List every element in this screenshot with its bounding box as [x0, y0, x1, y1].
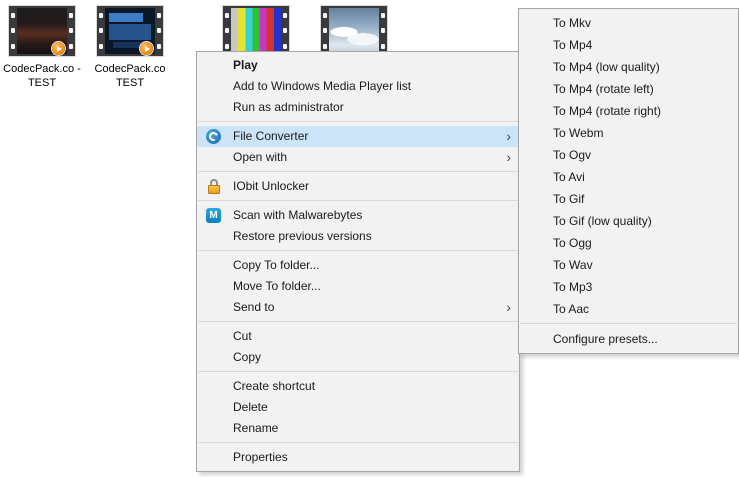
play-overlay-icon: [52, 42, 65, 55]
menu-separator: [520, 323, 737, 324]
filmstrip-sprockets: [321, 8, 329, 54]
submenu-item-configure-presets[interactable]: Configure presets...: [519, 328, 738, 350]
menu-item-properties[interactable]: Properties: [197, 447, 519, 468]
chevron-right-icon: ›: [506, 297, 511, 318]
desktop-file-video-4[interactable]: [308, 6, 400, 56]
menu-separator: [198, 442, 518, 443]
menu-separator: [198, 321, 518, 322]
video-thumbnail[interactable]: [9, 6, 75, 56]
video-frame-preview: [105, 8, 155, 54]
submenu-item-to-gif-low-quality[interactable]: To Gif (low quality): [519, 210, 738, 232]
submenu-item-to-mkv[interactable]: To Mkv: [519, 12, 738, 34]
filmstrip-sprockets: [67, 8, 75, 54]
desktop-file-video-2[interactable]: CodecPack.co TEST: [84, 6, 176, 90]
menu-item-add-to-wmp-list[interactable]: Add to Windows Media Player list: [197, 76, 519, 97]
chevron-right-icon: ›: [506, 126, 511, 147]
submenu-item-to-aac[interactable]: To Aac: [519, 298, 738, 320]
desktop-file-video-1[interactable]: CodecPack.co - TEST: [0, 6, 88, 90]
menu-item-scan-with-malwarebytes[interactable]: M Scan with Malwarebytes: [197, 205, 519, 226]
menu-separator: [198, 371, 518, 372]
context-menu: Play Add to Windows Media Player list Ru…: [196, 51, 520, 472]
filmstrip-sprockets: [281, 8, 289, 54]
submenu-item-to-mp4-low-quality[interactable]: To Mp4 (low quality): [519, 56, 738, 78]
menu-separator: [198, 171, 518, 172]
filmstrip-sprockets: [223, 8, 231, 54]
submenu-item-to-mp4[interactable]: To Mp4: [519, 34, 738, 56]
video-frame-preview: [329, 8, 379, 54]
menu-item-play[interactable]: Play: [197, 55, 519, 76]
menu-item-delete[interactable]: Delete: [197, 397, 519, 418]
submenu-item-to-gif[interactable]: To Gif: [519, 188, 738, 210]
menu-item-file-converter[interactable]: File Converter ›: [197, 126, 519, 147]
filmstrip-sprockets: [379, 8, 387, 54]
submenu-item-to-ogv[interactable]: To Ogv: [519, 144, 738, 166]
menu-separator: [198, 250, 518, 251]
menu-item-open-with[interactable]: Open with ›: [197, 147, 519, 168]
chevron-right-icon: ›: [506, 147, 511, 168]
menu-separator: [198, 121, 518, 122]
submenu-item-to-mp4-rotate-left[interactable]: To Mp4 (rotate left): [519, 78, 738, 100]
malwarebytes-icon: M: [206, 208, 221, 223]
video-frame-preview: [17, 8, 67, 54]
file-converter-icon: [206, 129, 221, 144]
file-converter-submenu: To Mkv To Mp4 To Mp4 (low quality) To Mp…: [518, 8, 739, 354]
menu-item-move-to-folder[interactable]: Move To folder...: [197, 276, 519, 297]
submenu-item-to-wav[interactable]: To Wav: [519, 254, 738, 276]
play-overlay-icon: [140, 42, 153, 55]
menu-item-copy-to-folder[interactable]: Copy To folder...: [197, 255, 519, 276]
iobit-unlocker-icon: [206, 179, 221, 194]
menu-item-restore-previous-versions[interactable]: Restore previous versions: [197, 226, 519, 247]
submenu-item-to-webm[interactable]: To Webm: [519, 122, 738, 144]
menu-item-create-shortcut[interactable]: Create shortcut: [197, 376, 519, 397]
desktop-file-video-3[interactable]: [210, 6, 302, 56]
menu-item-run-as-administrator[interactable]: Run as administrator: [197, 97, 519, 118]
filmstrip-sprockets: [97, 8, 105, 54]
submenu-item-to-ogg[interactable]: To Ogg: [519, 232, 738, 254]
video-thumbnail[interactable]: [223, 6, 289, 56]
menu-item-send-to[interactable]: Send to ›: [197, 297, 519, 318]
submenu-item-to-mp3[interactable]: To Mp3: [519, 276, 738, 298]
video-thumbnail[interactable]: [97, 6, 163, 56]
menu-item-rename[interactable]: Rename: [197, 418, 519, 439]
menu-separator: [198, 200, 518, 201]
menu-item-cut[interactable]: Cut: [197, 326, 519, 347]
submenu-item-to-avi[interactable]: To Avi: [519, 166, 738, 188]
submenu-item-to-mp4-rotate-right[interactable]: To Mp4 (rotate right): [519, 100, 738, 122]
video-frame-preview: [231, 8, 281, 54]
file-name-label: CodecPack.co - TEST: [3, 62, 81, 90]
filmstrip-sprockets: [155, 8, 163, 54]
menu-item-iobit-unlocker[interactable]: IObit Unlocker: [197, 176, 519, 197]
filmstrip-sprockets: [9, 8, 17, 54]
video-thumbnail[interactable]: [321, 6, 387, 56]
file-name-label: CodecPack.co TEST: [95, 62, 166, 90]
menu-item-copy[interactable]: Copy: [197, 347, 519, 368]
